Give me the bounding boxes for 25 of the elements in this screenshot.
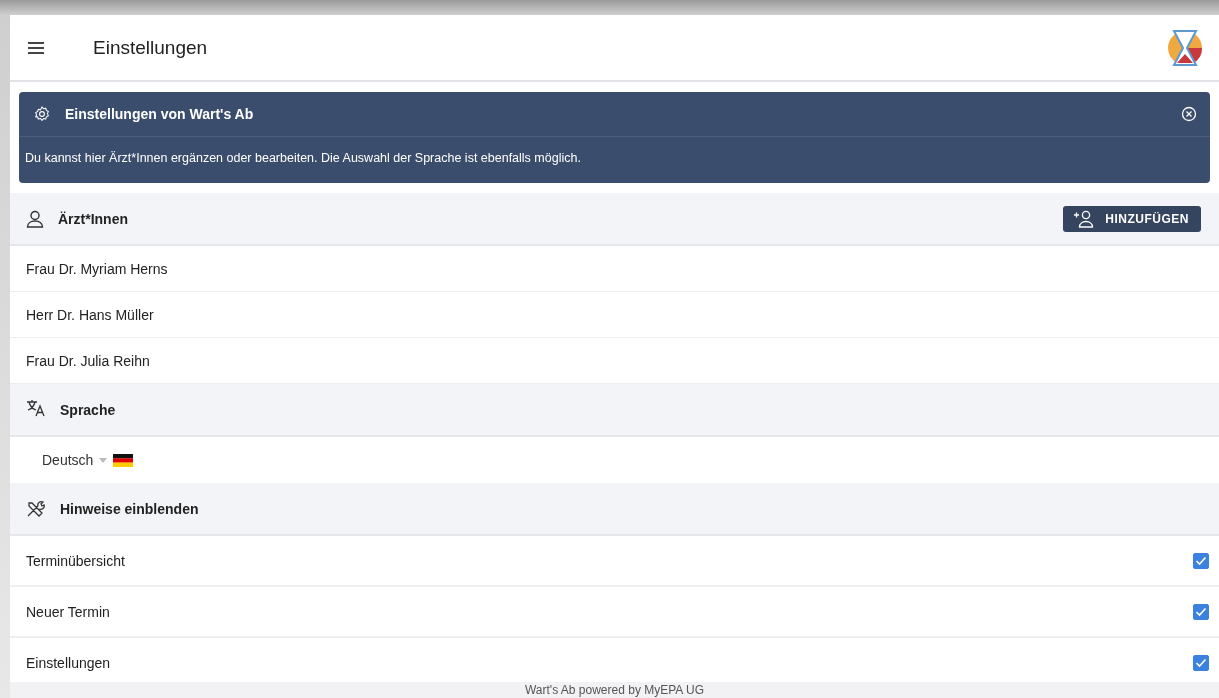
banner-title: Einstellungen von Wart's Ab [65,106,254,122]
caret-icon [99,457,108,463]
checkbox[interactable] [1193,552,1209,569]
banner-message: Du kannst hier Ärzt*Innen ergänzen oder bearbeiten. Die Auswahl der Sprache ist ebenfalls möglich. [24,150,582,167]
add-person-icon [1073,209,1096,228]
section-title: Ärzt*Innen [58,210,128,227]
hint-label: Neuer Termin [26,603,110,620]
section-title: Hinweise einblenden [60,500,199,517]
person-icon [26,209,44,228]
footer-text: Wart's Ab powered by MyEPA UG [525,682,704,698]
menu-icon[interactable] [27,40,45,55]
section-title: Sprache [60,401,116,418]
close-icon[interactable] [1181,106,1197,122]
add-button[interactable]: HINZUFÜGEN [1063,205,1201,232]
flag-icon [113,453,134,467]
doctor-item[interactable]: Frau Dr. Myriam Herns [10,246,1219,292]
doctor-item[interactable]: Herr Dr. Hans Müller [10,292,1219,338]
hint-label: Einstellungen [26,654,111,671]
settings-icon [33,105,51,123]
checkbox[interactable] [1193,603,1209,620]
language-select[interactable]: Deutsch [42,452,134,468]
hint-label: Terminübersicht [26,552,125,569]
checkbox[interactable] [1193,654,1209,671]
page-title: Einstellungen [93,36,208,59]
tools-icon [26,499,46,518]
